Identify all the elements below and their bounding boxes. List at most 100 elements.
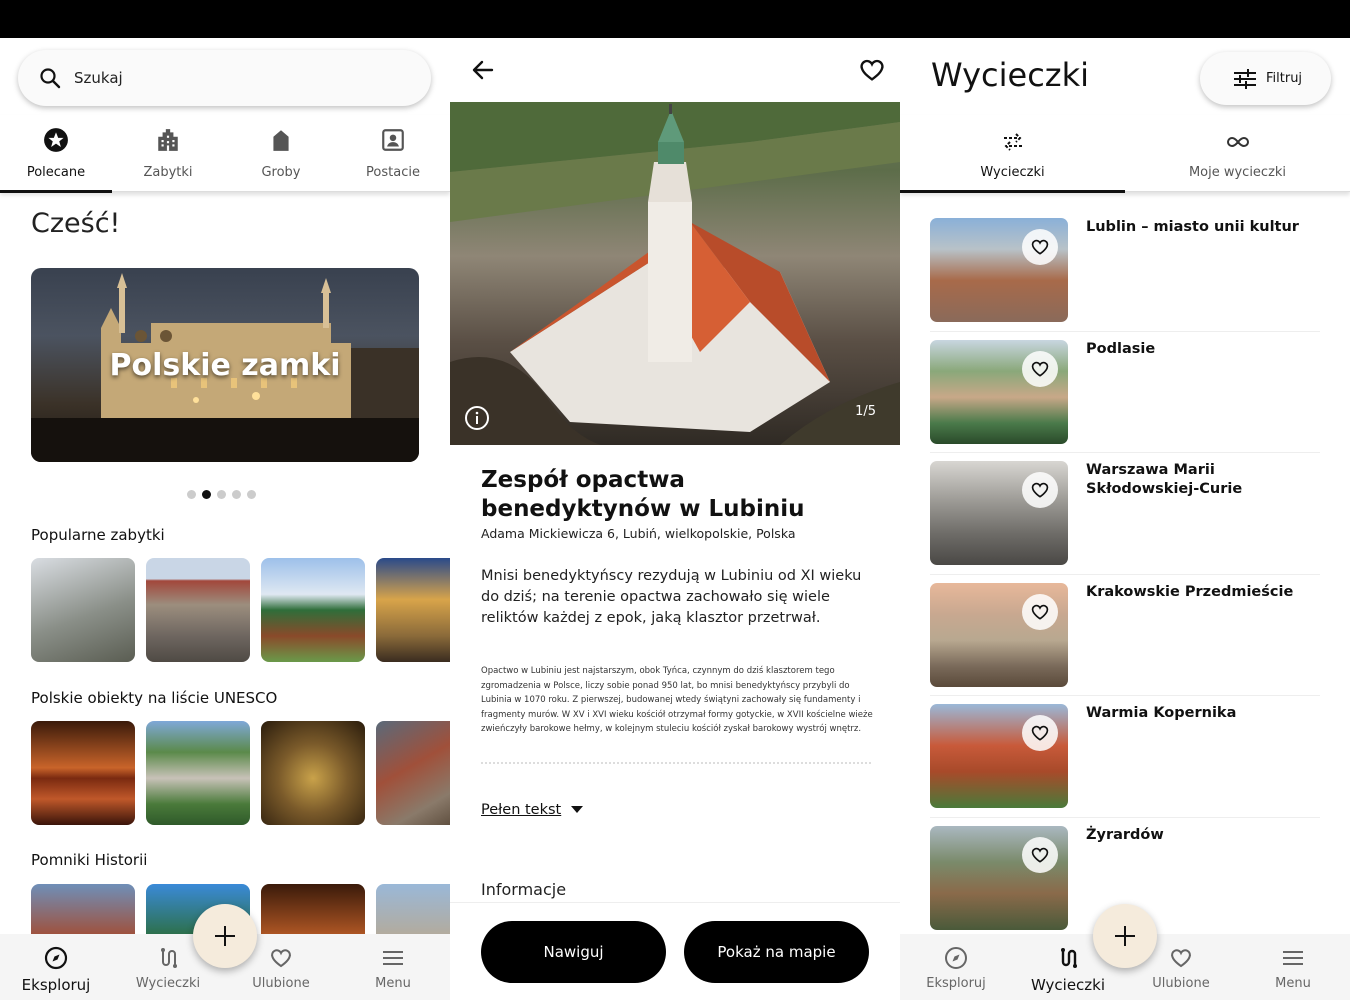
search-icon xyxy=(40,68,61,89)
search-bar[interactable]: Szukaj xyxy=(18,50,431,106)
hero-banner[interactable]: Polskie zamki xyxy=(31,268,419,462)
place-thumbnail[interactable] xyxy=(31,721,135,825)
tab-postacie[interactable]: Postacie xyxy=(337,115,449,192)
back-arrow-icon[interactable] xyxy=(470,57,496,83)
trip-favourite-button[interactable] xyxy=(1022,836,1058,873)
navigate-button[interactable]: Nawiguj xyxy=(481,921,666,983)
tab-zabytki[interactable]: Zabytki xyxy=(112,115,224,192)
sliders-icon xyxy=(1234,68,1256,89)
compass-icon xyxy=(945,947,967,969)
tab-label: Postacie xyxy=(366,165,420,180)
info-icon[interactable] xyxy=(464,405,490,431)
carousel-dot[interactable] xyxy=(247,490,256,499)
nav-label: Wycieczki xyxy=(1030,976,1106,994)
info-section-title: Informacje xyxy=(481,880,567,899)
place-thumbnail[interactable] xyxy=(376,721,450,825)
detail-top-bar xyxy=(450,38,900,102)
route-icon xyxy=(1061,948,1077,968)
trip-name: Lublin – miasto unii kultur xyxy=(1086,219,1299,235)
section-title-popular: Popularne zabytki xyxy=(31,526,165,544)
place-lead: Mnisi benedyktyńscy rezydują w Lubiniu o… xyxy=(481,568,862,626)
trip-favourite-button[interactable] xyxy=(1022,350,1058,387)
star-badge-icon xyxy=(44,128,68,152)
heart-icon xyxy=(1171,949,1191,968)
explore-screen: Szukaj Polecane Zabytki Groby Postacie C… xyxy=(0,0,450,1000)
filter-button[interactable]: Filtruj xyxy=(1200,52,1331,105)
compass-icon xyxy=(44,946,68,970)
carousel-dots xyxy=(187,490,256,499)
carousel-dot[interactable] xyxy=(187,490,196,499)
nav-menu[interactable]: Menu xyxy=(337,934,449,1000)
carousel-dot[interactable] xyxy=(232,490,241,499)
trip-favourite-button[interactable] xyxy=(1022,593,1058,630)
add-button[interactable] xyxy=(193,904,257,968)
trip-name: Krakowskie Przedmieście xyxy=(1086,583,1294,600)
show-on-map-button[interactable]: Pokaż na mapie xyxy=(684,921,869,983)
heart-icon xyxy=(1031,725,1049,741)
person-portrait-icon xyxy=(382,129,404,151)
nav-explore[interactable]: Eksploruj xyxy=(900,934,1012,1000)
carousel-dot[interactable] xyxy=(217,490,226,499)
trips-screen: Wycieczki Filtruj Wycieczki Moje wyciecz… xyxy=(900,0,1350,1000)
trip-favourite-button[interactable] xyxy=(1022,715,1058,751)
section-title-monuments: Pomniki Historii xyxy=(31,851,148,869)
trip-name: Warmia Kopernika xyxy=(1086,705,1237,721)
trip-name: Warszawa Marii Skłodowskiej-Curie xyxy=(1086,462,1243,497)
tab-label: Groby xyxy=(261,165,301,180)
tab-groby[interactable]: Groby xyxy=(225,115,337,192)
carousel-dot-active[interactable] xyxy=(202,490,211,499)
tab-trips[interactable]: Wycieczki xyxy=(900,115,1125,193)
nav-label: Eksploruj xyxy=(926,976,986,991)
hamburger-icon xyxy=(1283,951,1303,965)
favourite-heart-icon[interactable] xyxy=(858,56,886,84)
place-thumbnail[interactable] xyxy=(31,558,135,662)
tombstone-icon xyxy=(273,130,289,151)
heart-icon xyxy=(1031,482,1049,498)
tab-label: Wycieczki xyxy=(980,165,1045,180)
nav-label: Wycieczki xyxy=(135,976,201,991)
search-placeholder: Szukaj xyxy=(74,69,123,87)
status-bar xyxy=(450,0,900,38)
nav-explore[interactable]: Eksploruj xyxy=(0,934,112,1000)
place-photo[interactable]: 1/5 xyxy=(450,102,900,445)
hero-title: Polskie zamki xyxy=(109,348,341,383)
status-bar xyxy=(900,0,1350,38)
tab-label: Zabytki xyxy=(143,165,193,180)
building-icon xyxy=(158,129,178,151)
tab-label: Polecane xyxy=(26,165,86,180)
nav-label: Ulubione xyxy=(1152,976,1210,991)
hamburger-icon xyxy=(383,951,403,965)
plus-icon xyxy=(1115,926,1135,946)
trip-item[interactable]: Krakowskie Przedmieście xyxy=(930,575,1320,696)
swap-arrows-icon xyxy=(1003,133,1022,151)
heart-icon xyxy=(1031,239,1049,255)
abbey-illustration xyxy=(450,102,900,445)
greeting: Cześć! xyxy=(31,208,121,239)
place-thumbnail[interactable] xyxy=(376,558,450,662)
place-thumbnail[interactable] xyxy=(146,721,250,825)
trip-item[interactable]: Lublin – miasto unii kultur xyxy=(930,210,1320,332)
popular-carousel xyxy=(31,558,450,662)
status-bar xyxy=(0,0,450,38)
trip-list: Lublin – miasto unii kultur Podlasie War… xyxy=(930,210,1320,939)
nav-menu[interactable]: Menu xyxy=(1237,934,1349,1000)
detail-action-bar: Nawiguj Pokaż na mapie xyxy=(450,902,900,1000)
trip-item[interactable]: Warszawa Marii Skłodowskiej-Curie xyxy=(930,453,1320,575)
trip-favourite-button[interactable] xyxy=(1022,229,1058,265)
nav-label: Menu xyxy=(375,976,411,991)
nav-label: Eksploruj xyxy=(21,976,91,994)
add-trip-button[interactable] xyxy=(1093,904,1157,968)
nav-label: Ulubione xyxy=(252,976,310,991)
trip-item[interactable]: Warmia Kopernika xyxy=(930,696,1320,818)
trip-favourite-button[interactable] xyxy=(1022,472,1058,508)
nav-label: Menu xyxy=(1275,976,1311,991)
trip-item[interactable]: Podlasie xyxy=(930,332,1320,453)
place-title: Zespół opactwa benedyktynów w Lubiniu xyxy=(481,467,805,522)
plus-icon xyxy=(215,926,235,946)
place-thumbnail[interactable] xyxy=(261,721,365,825)
tab-my-trips[interactable]: Moje wycieczki xyxy=(1125,115,1350,192)
full-text-toggle[interactable]: Pełen tekst xyxy=(481,802,584,818)
place-thumbnail[interactable] xyxy=(261,558,365,662)
tab-polecane[interactable]: Polecane xyxy=(0,115,112,193)
place-thumbnail[interactable] xyxy=(146,558,250,662)
